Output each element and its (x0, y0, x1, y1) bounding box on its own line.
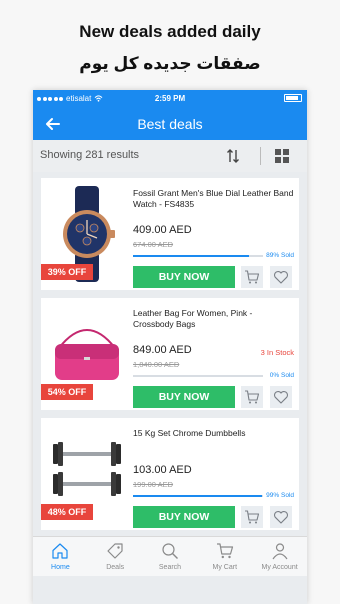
buy-now-button[interactable]: BUY NOW (133, 266, 235, 288)
status-bar: etisalat 2:59 PM (33, 90, 307, 108)
promo-header: New deals added daily صفقات جديده كل يوم (0, 0, 340, 90)
product-price: 849.00 AED (133, 344, 192, 356)
add-to-cart-button[interactable] (241, 386, 263, 408)
page-title: Best deals (137, 116, 203, 132)
cart-icon (245, 510, 260, 524)
battery-icon (284, 94, 302, 102)
promo-headline-arabic: صفقات جديده كل يوم (79, 54, 261, 73)
search-icon (162, 543, 178, 559)
add-to-cart-button[interactable] (241, 506, 263, 528)
tab-my-cart[interactable]: My Cart (197, 537, 252, 576)
product-title[interactable]: Leather Bag For Women, Pink - Crossbody … (133, 308, 295, 330)
grid-icon[interactable] (275, 149, 289, 163)
sold-progress-bar (133, 375, 263, 377)
nav-bar: Best deals (33, 108, 307, 140)
stock-label: 3 In Stock (260, 348, 294, 357)
heart-icon (274, 511, 288, 524)
product-card[interactable]: 54% OFF Leather Bag For Women, Pink - Cr… (41, 298, 299, 410)
discount-badge: 39% OFF (41, 264, 93, 280)
discount-badge: 54% OFF (41, 384, 93, 400)
buy-now-button[interactable]: BUY NOW (133, 386, 235, 408)
tab-label: My Cart (212, 564, 238, 571)
buy-now-button[interactable]: BUY NOW (133, 506, 235, 528)
cart-icon (245, 390, 260, 404)
favorite-button[interactable] (270, 506, 292, 528)
discount-badge: 48% OFF (41, 504, 93, 520)
sold-percent: 89% Sold (266, 252, 294, 259)
sold-percent: 0% Sold (269, 372, 294, 379)
product-price: 103.00 AED (133, 464, 192, 476)
status-time: 2:59 PM (154, 94, 186, 103)
heart-icon (274, 271, 288, 284)
phone-screen: etisalat 2:59 PM Best deals Showing 281 … (33, 90, 307, 604)
sold-progress-fill (133, 495, 262, 497)
product-card[interactable]: 39% OFF Fossil Grant Men's Blue Dial Lea… (41, 178, 299, 290)
original-price: 199.00 AED (133, 480, 174, 489)
tab-bar: Home Deals Search My Cart My Account (33, 536, 307, 576)
tab-label: Search (158, 564, 182, 571)
product-title[interactable]: Fossil Grant Men's Blue Dial Leather Ban… (133, 188, 295, 210)
heart-icon (274, 391, 288, 404)
tab-label: My Account (261, 564, 298, 571)
tab-my-account[interactable]: My Account (252, 537, 307, 576)
tab-home[interactable]: Home (33, 537, 88, 576)
sold-progress-fill (133, 255, 249, 257)
original-price: 1,840.00 AED (133, 360, 180, 369)
results-bar: Showing 281 results (33, 140, 307, 172)
tab-label: Home (51, 564, 70, 571)
sold-progress-bar (133, 495, 263, 497)
tab-label: Deals (106, 564, 125, 571)
sold-percent: 99% Sold (266, 492, 294, 499)
cart-icon (216, 543, 233, 559)
sort-arrows-icon[interactable] (226, 148, 240, 164)
original-price: 674.00 AED (133, 240, 174, 249)
home-icon (52, 543, 68, 559)
product-card[interactable]: 48% OFF 15 Kg Set Chrome Dumbbells 103.0… (41, 418, 299, 530)
battery-group (284, 94, 302, 102)
product-title[interactable]: 15 Kg Set Chrome Dumbbells (133, 428, 295, 439)
tag-icon (107, 543, 123, 559)
tab-deals[interactable]: Deals (88, 537, 143, 576)
add-to-cart-button[interactable] (241, 266, 263, 288)
favorite-button[interactable] (270, 266, 292, 288)
user-icon (272, 543, 288, 560)
promo-headline-english: New deals added daily (79, 22, 261, 41)
toolbar-divider (260, 147, 261, 165)
favorite-button[interactable] (270, 386, 292, 408)
tab-search[interactable]: Search (143, 537, 198, 576)
product-price: 409.00 AED (133, 224, 192, 236)
cart-icon (245, 270, 260, 284)
sold-progress-bar (133, 255, 263, 257)
results-count: Showing 281 results (40, 149, 140, 161)
